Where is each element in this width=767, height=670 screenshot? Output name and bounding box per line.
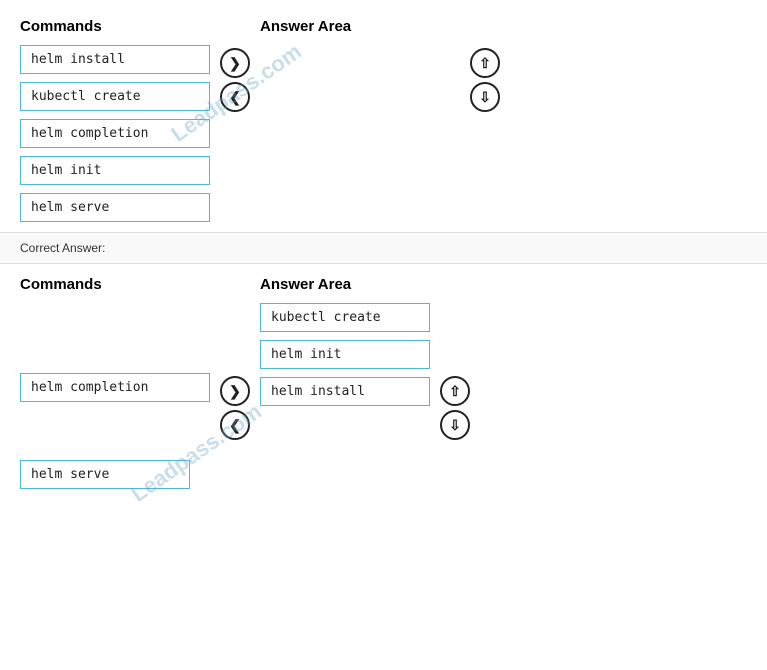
- arrow-col-2: ❯ ❮: [210, 376, 260, 440]
- down-arrow-btn-2[interactable]: ⇩: [440, 410, 470, 440]
- left-arrow-btn-1[interactable]: ❮: [220, 82, 250, 112]
- section-1: Commands helm install kubectl create hel…: [0, 0, 767, 232]
- answer-area-label-1: Answer Area: [260, 18, 460, 35]
- up-arrow-btn-1[interactable]: ⇧: [470, 48, 500, 78]
- cmd2-helm-completion[interactable]: helm completion: [20, 373, 210, 402]
- correct-answer-label: Correct Answer:: [0, 232, 767, 264]
- commands-col-1: Commands helm install kubectl create hel…: [20, 18, 210, 222]
- answer-items-2: kubectl create helm init helm install: [260, 303, 430, 406]
- answer-area-label-2: Answer Area: [260, 276, 430, 293]
- qa-layout-2: Commands helm completion helm serve ❯ ❮ …: [20, 276, 747, 489]
- commands-col-2: Commands helm completion helm serve: [20, 276, 210, 489]
- cmd-helm-serve[interactable]: helm serve: [20, 193, 210, 222]
- updown-col-1: ⇧ ⇩: [460, 48, 510, 112]
- section-2: Commands helm completion helm serve ❯ ❮ …: [0, 264, 767, 499]
- cmd-kubectl-create[interactable]: kubectl create: [20, 82, 210, 111]
- cmd-helm-install[interactable]: helm install: [20, 45, 210, 74]
- answer-area-col-2: Answer Area kubectl create helm init hel…: [260, 276, 430, 406]
- left-arrow-btn-2[interactable]: ❮: [220, 410, 250, 440]
- cmd2-helm-serve[interactable]: helm serve: [20, 460, 190, 489]
- arrow-col-1: ❯ ❮: [210, 48, 260, 112]
- down-arrow-btn-1[interactable]: ⇩: [470, 82, 500, 112]
- up-arrow-btn-2[interactable]: ⇧: [440, 376, 470, 406]
- cmd-helm-completion[interactable]: helm completion: [20, 119, 210, 148]
- commands-label-2: Commands: [20, 276, 210, 293]
- answer-area-col-1: Answer Area: [260, 18, 460, 45]
- commands-label-1: Commands: [20, 18, 210, 35]
- cmd-helm-init[interactable]: helm init: [20, 156, 210, 185]
- qa-layout-1: Commands helm install kubectl create hel…: [20, 18, 747, 222]
- commands-list-1: helm install kubectl create helm complet…: [20, 45, 210, 222]
- commands-list-2: helm completion helm serve: [20, 373, 210, 489]
- ans-helm-init[interactable]: helm init: [260, 340, 430, 369]
- updown-col-2: ⇧ ⇩: [430, 376, 480, 440]
- ans-kubectl-create[interactable]: kubectl create: [260, 303, 430, 332]
- ans-helm-install[interactable]: helm install: [260, 377, 430, 406]
- right-arrow-btn-2[interactable]: ❯: [220, 376, 250, 406]
- right-arrow-btn-1[interactable]: ❯: [220, 48, 250, 78]
